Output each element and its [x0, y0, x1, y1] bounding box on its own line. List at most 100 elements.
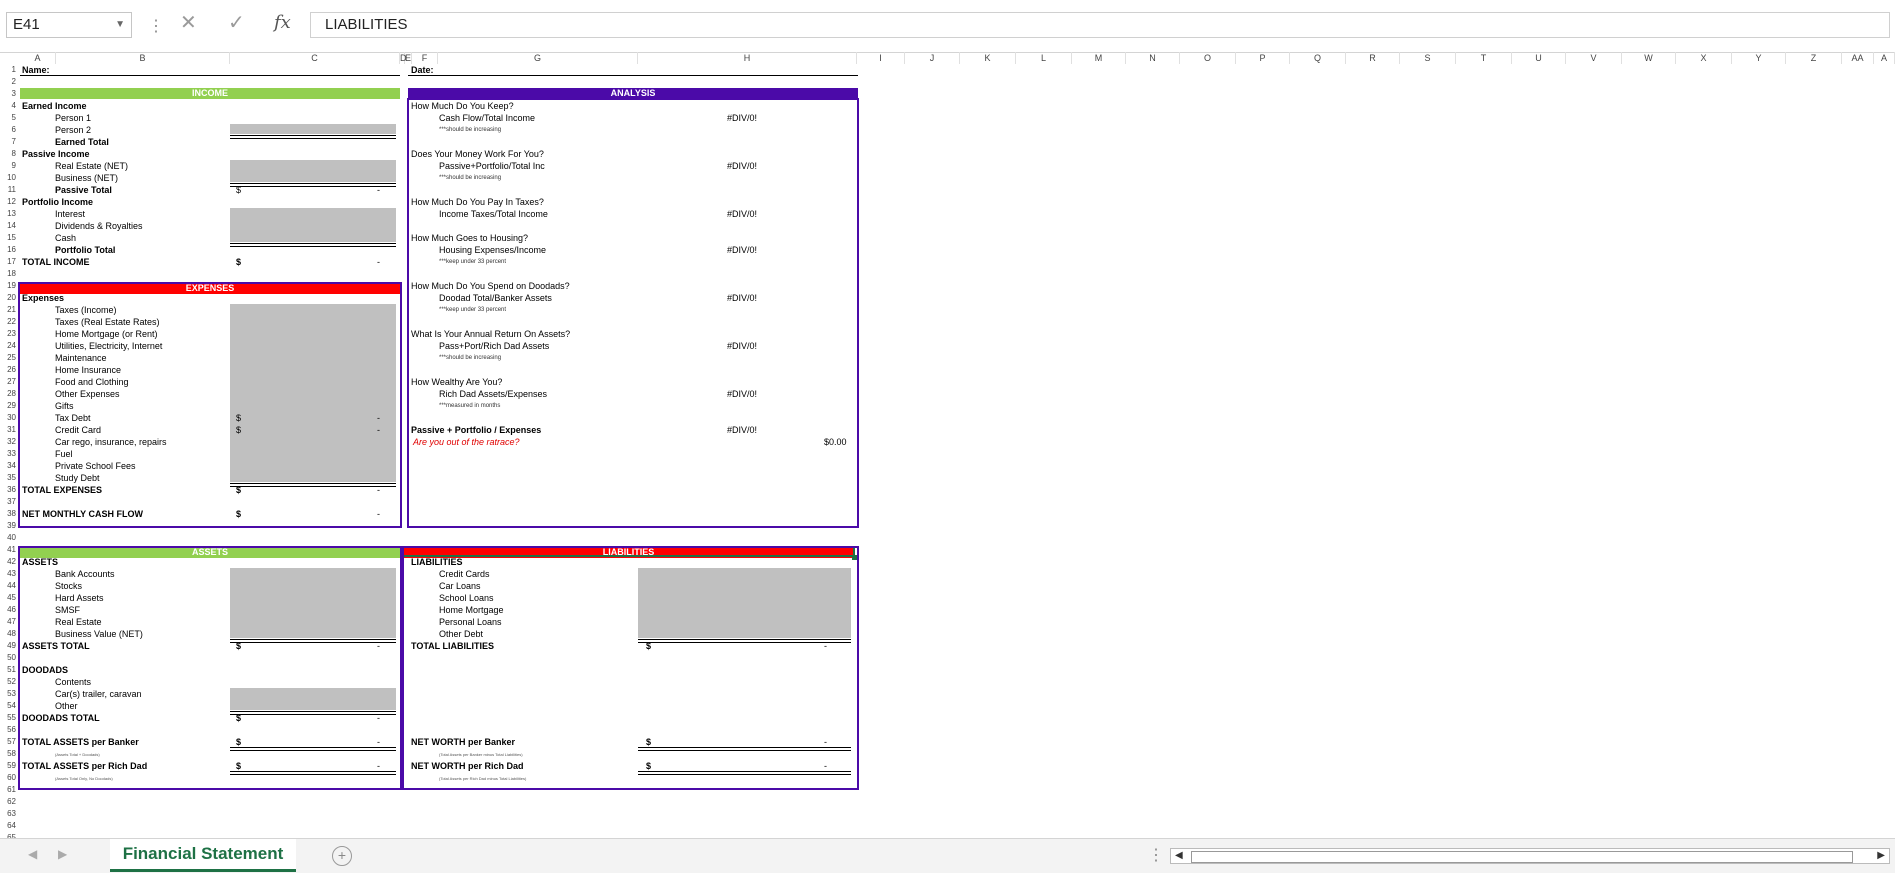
portfolio-input-area[interactable]	[230, 208, 396, 242]
row-header[interactable]: 64	[0, 820, 16, 832]
passive-input-area[interactable]	[230, 160, 396, 182]
column-header[interactable]: W	[1622, 52, 1676, 64]
row-header[interactable]: 40	[0, 532, 16, 544]
row-header[interactable]: 61	[0, 784, 16, 796]
scroll-tabs-left-icon[interactable]: ◀	[28, 847, 37, 861]
scroll-tabs-right-icon[interactable]: ▶	[58, 847, 67, 861]
column-header[interactable]: I	[857, 52, 905, 64]
row-header[interactable]: 27	[0, 376, 16, 388]
column-header[interactable]: S	[1400, 52, 1456, 64]
row-header[interactable]: 30	[0, 412, 16, 424]
row-header[interactable]: 8	[0, 148, 16, 160]
row-header[interactable]: 49	[0, 640, 16, 652]
enter-check-icon[interactable]: ✓	[228, 10, 245, 35]
row-header[interactable]: 9	[0, 160, 16, 172]
row-header[interactable]: 16	[0, 244, 16, 256]
row-header[interactable]: 56	[0, 724, 16, 736]
column-header[interactable]: V	[1566, 52, 1622, 64]
row-header[interactable]: 53	[0, 688, 16, 700]
row-header[interactable]: 50	[0, 652, 16, 664]
row-header[interactable]: 57	[0, 736, 16, 748]
column-header[interactable]: F	[412, 52, 438, 64]
row-header[interactable]: 59	[0, 760, 16, 772]
row-header[interactable]: 11	[0, 184, 16, 196]
row-header[interactable]: 12	[0, 196, 16, 208]
column-header[interactable]: E	[405, 52, 412, 64]
column-header[interactable]: T	[1456, 52, 1512, 64]
row-header[interactable]: 38	[0, 508, 16, 520]
cancel-icon[interactable]: ✕	[180, 10, 197, 35]
row-header[interactable]: 46	[0, 604, 16, 616]
column-header[interactable]: Q	[1290, 52, 1346, 64]
column-header[interactable]: Y	[1732, 52, 1786, 64]
column-header[interactable]: AA	[1842, 52, 1874, 64]
row-header[interactable]: 2	[0, 76, 16, 88]
row-header[interactable]: 25	[0, 352, 16, 364]
row-header[interactable]: 19	[0, 280, 16, 292]
formula-input[interactable]: LIABILITIES	[310, 12, 1890, 38]
row-header[interactable]: 28	[0, 388, 16, 400]
column-header[interactable]: U	[1512, 52, 1566, 64]
column-header[interactable]: M	[1072, 52, 1126, 64]
tab-financial-statement[interactable]: Financial Statement	[110, 839, 296, 872]
person2-input-area[interactable]	[230, 124, 396, 134]
column-header[interactable]: O	[1180, 52, 1236, 64]
row-header[interactable]: 5	[0, 112, 16, 124]
row-header[interactable]: 43	[0, 568, 16, 580]
row-header[interactable]: 45	[0, 592, 16, 604]
row-header[interactable]: 24	[0, 340, 16, 352]
row-header[interactable]: 26	[0, 364, 16, 376]
scrollbar-thumb[interactable]	[1191, 851, 1853, 863]
column-header[interactable]: J	[905, 52, 960, 64]
row-header[interactable]: 36	[0, 484, 16, 496]
row-header[interactable]: 32	[0, 436, 16, 448]
row-header[interactable]: 34	[0, 460, 16, 472]
row-header[interactable]: 14	[0, 220, 16, 232]
row-header[interactable]: 20	[0, 292, 16, 304]
row-header[interactable]: 58	[0, 748, 16, 760]
row-header[interactable]: 52	[0, 676, 16, 688]
row-header[interactable]: 29	[0, 400, 16, 412]
row-header[interactable]: 54	[0, 700, 16, 712]
row-header[interactable]: 18	[0, 268, 16, 280]
row-header[interactable]: 37	[0, 496, 16, 508]
column-header[interactable]: K	[960, 52, 1016, 64]
row-header[interactable]: 33	[0, 448, 16, 460]
row-header[interactable]: 35	[0, 472, 16, 484]
column-header[interactable]: L	[1016, 52, 1072, 64]
row-header[interactable]: 63	[0, 808, 16, 820]
row-header[interactable]: 4	[0, 100, 16, 112]
horizontal-scrollbar[interactable]: ◀ ▶	[1170, 848, 1890, 864]
row-header[interactable]: 44	[0, 580, 16, 592]
row-header[interactable]: 7	[0, 136, 16, 148]
column-header[interactable]: B	[56, 52, 230, 64]
row-header[interactable]: 62	[0, 796, 16, 808]
row-header[interactable]: 55	[0, 712, 16, 724]
row-header[interactable]: 47	[0, 616, 16, 628]
row-header[interactable]: 13	[0, 208, 16, 220]
column-header[interactable]: C	[230, 52, 400, 64]
column-header[interactable]: H	[638, 52, 857, 64]
column-header[interactable]: Z	[1786, 52, 1842, 64]
row-header[interactable]: 21	[0, 304, 16, 316]
row-header[interactable]: 31	[0, 424, 16, 436]
row-header[interactable]: 10	[0, 172, 16, 184]
column-header[interactable]: P	[1236, 52, 1290, 64]
row-header[interactable]: 3	[0, 88, 16, 100]
row-header[interactable]: 22	[0, 316, 16, 328]
column-header[interactable]: R	[1346, 52, 1400, 64]
row-header[interactable]: 1	[0, 64, 16, 76]
row-header[interactable]: 60	[0, 772, 16, 784]
insert-function-icon[interactable]: fx	[274, 12, 291, 33]
column-header[interactable]: A	[20, 52, 56, 64]
column-header[interactable]: G	[438, 52, 638, 64]
column-header[interactable]: N	[1126, 52, 1180, 64]
row-header[interactable]: 23	[0, 328, 16, 340]
row-header[interactable]: 42	[0, 556, 16, 568]
row-header[interactable]: 39	[0, 520, 16, 532]
row-header[interactable]: 41	[0, 544, 16, 556]
scroll-right-icon[interactable]: ▶	[1877, 850, 1885, 861]
row-header[interactable]: 6	[0, 124, 16, 136]
row-header[interactable]: 48	[0, 628, 16, 640]
tab-split-grip-icon[interactable]: ⋮	[1148, 845, 1164, 865]
